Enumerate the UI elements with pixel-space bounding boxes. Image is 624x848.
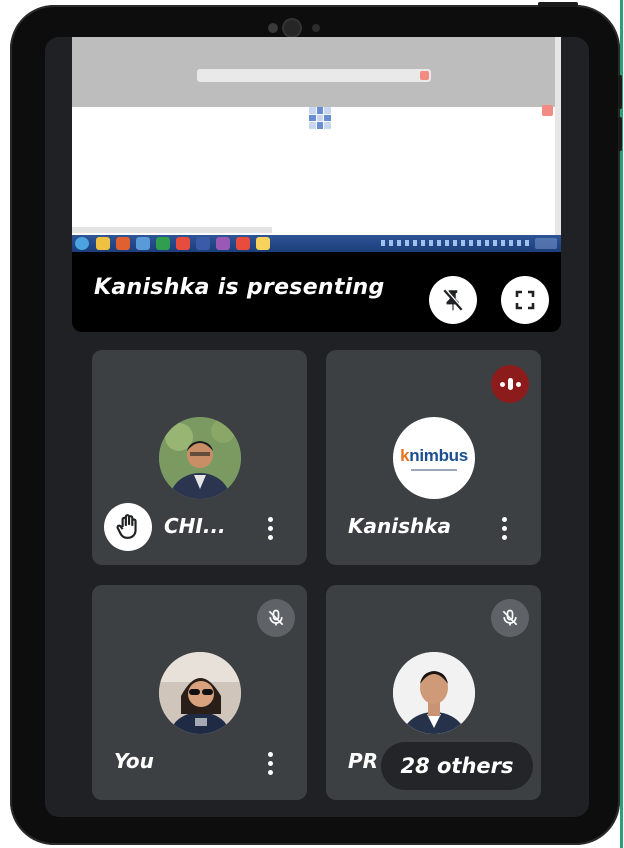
speaking-indicator [491, 365, 529, 403]
fullscreen-icon [515, 290, 535, 310]
participant-tile-chi[interactable]: CHI... [92, 350, 307, 565]
camera-icon [284, 20, 300, 36]
shared-app-logo [309, 107, 331, 129]
avatar [393, 652, 475, 734]
mic-off-icon [502, 609, 518, 626]
others-count-button[interactable]: 28 others [381, 742, 533, 790]
more-options-button[interactable] [268, 517, 274, 545]
participant-name: Kanishka [348, 514, 452, 538]
more-options-button[interactable] [268, 752, 274, 780]
presenting-label: Kanishka is presenting [94, 275, 385, 300]
person-photo [393, 652, 475, 734]
avatar [159, 652, 241, 734]
avatar [159, 417, 241, 499]
tablet-top-button [538, 2, 578, 7]
knimbus-logo: knimbus [400, 445, 468, 465]
shared-screen [72, 37, 561, 252]
shared-search-bar [197, 69, 431, 82]
windows-start-icon [75, 237, 89, 250]
participant-tile-you[interactable]: You [92, 585, 307, 800]
presentation-panel[interactable]: Kanishka is presenting [72, 37, 561, 332]
tablet-side-button-1 [618, 75, 622, 109]
shared-taskbar [72, 235, 561, 252]
logo-tagline [411, 468, 457, 471]
camera-bar [268, 19, 338, 37]
participant-name: CHI... [164, 514, 226, 538]
tablet-side-button-2 [618, 117, 622, 151]
unpin-button[interactable] [429, 276, 477, 324]
more-options-button[interactable] [502, 517, 508, 545]
fullscreen-button[interactable] [501, 276, 549, 324]
participant-name: You [114, 749, 154, 773]
mic-off-icon [268, 609, 284, 626]
person-photo [159, 417, 241, 499]
raised-hand-indicator [104, 503, 152, 551]
muted-indicator [257, 599, 295, 637]
avatar: knimbus [393, 417, 475, 499]
participant-tile-kanishka[interactable]: knimbus Kanishka [326, 350, 541, 565]
person-photo [159, 652, 241, 734]
participant-name: PR [348, 749, 379, 773]
raised-hand-icon [116, 514, 137, 539]
meet-screen: Kanishka is presenting CHI... knimbus Ka… [45, 37, 589, 817]
muted-indicator [491, 599, 529, 637]
pin-off-icon [443, 288, 464, 311]
